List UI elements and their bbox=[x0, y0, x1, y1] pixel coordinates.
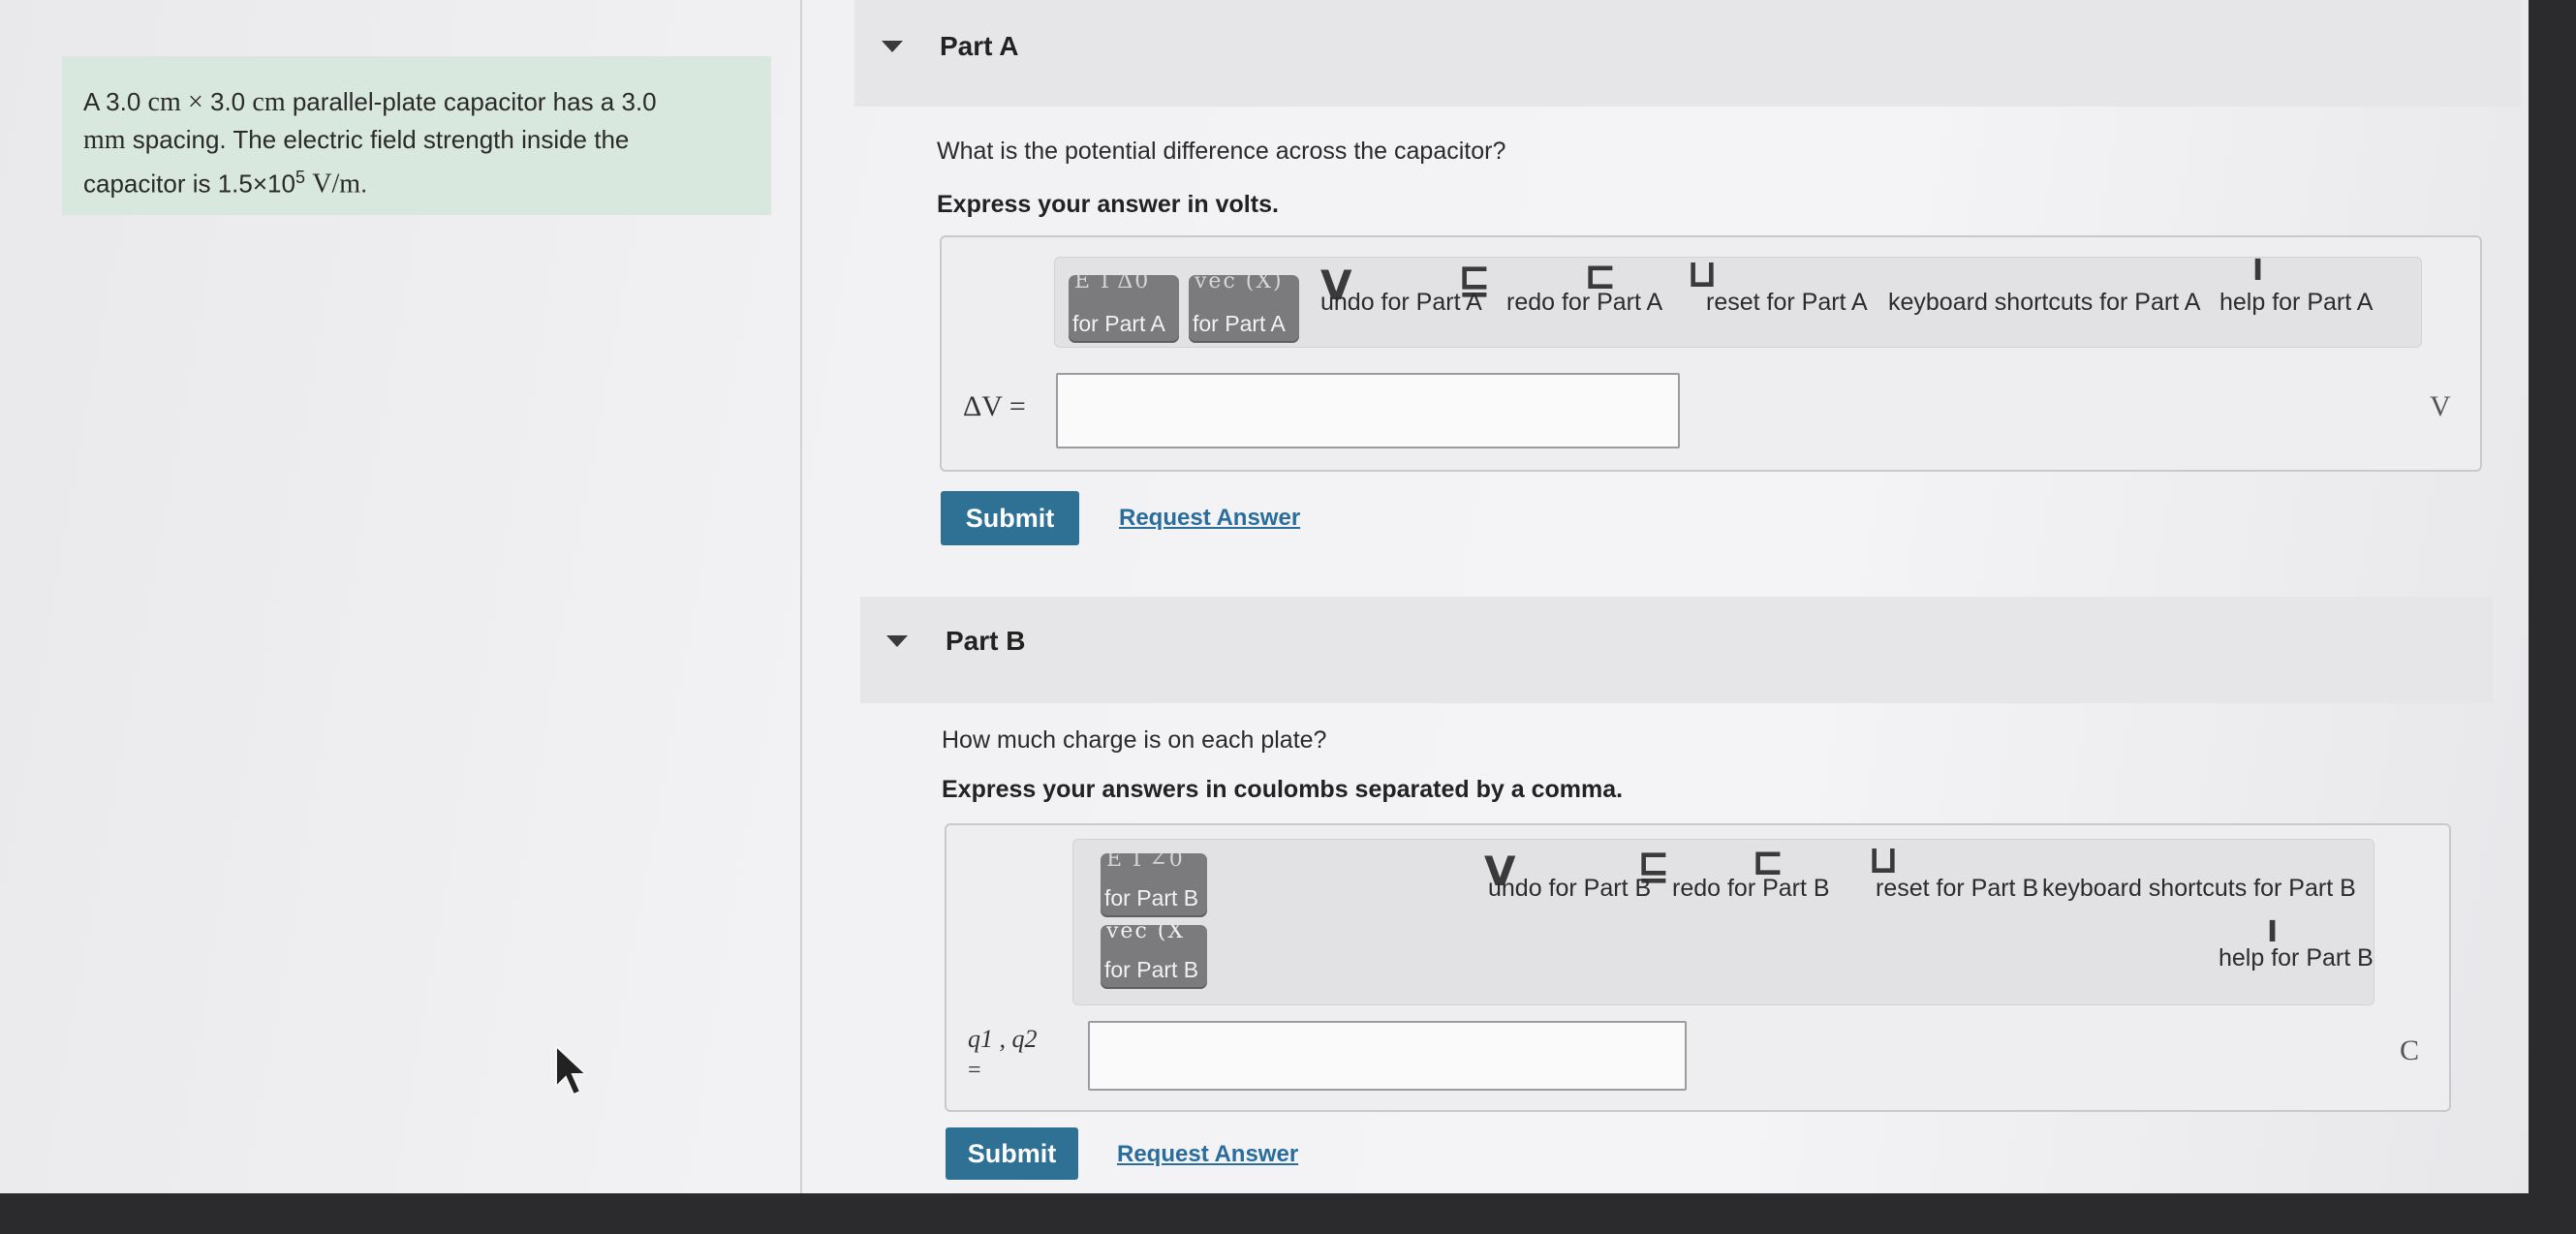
part-a-instruction: Express your answer in volts. bbox=[937, 191, 1279, 218]
reset-button[interactable]: reset for Part B bbox=[1876, 875, 2038, 903]
reset-button[interactable]: reset for Part A bbox=[1706, 289, 1868, 317]
unit-cm: cm bbox=[252, 87, 286, 117]
help-button[interactable]: help for Part B bbox=[2219, 944, 2374, 972]
keyboard-shortcuts-button[interactable]: keyboard shortcuts for Part B bbox=[2042, 875, 2356, 903]
unit-cm: cm bbox=[147, 87, 181, 117]
part-b-title: Part B bbox=[946, 626, 1026, 656]
help-button[interactable]: help for Part A bbox=[2219, 289, 2373, 317]
part-b-submit-button[interactable]: Submit bbox=[946, 1127, 1078, 1180]
templates-button[interactable]: E ΓΔ0 for Part A bbox=[1069, 275, 1179, 343]
info-icon: I bbox=[2252, 254, 2264, 288]
part-a-unit: V bbox=[2430, 390, 2451, 422]
column-divider bbox=[800, 0, 802, 1193]
templates-button[interactable]: E Γ∠0 for Part B bbox=[1101, 853, 1207, 917]
part-b-answer-equals: = bbox=[968, 1058, 981, 1083]
part-a-title: Part A bbox=[940, 31, 1019, 61]
vector-button[interactable]: vec (X) for Part A bbox=[1189, 275, 1299, 343]
part-a-submit-button[interactable]: Submit bbox=[941, 491, 1079, 545]
redo-button[interactable]: redo for Part A bbox=[1506, 289, 1662, 317]
browser-viewport: A 3.0 cm × 3.0 cm parallel-plate capacit… bbox=[0, 0, 2529, 1193]
part-b-question: How much charge is on each plate? bbox=[942, 726, 1327, 754]
mouse-pointer-icon bbox=[555, 1044, 589, 1096]
part-a-answer-panel: E ΓΔ0 for Part A vec (X) for Part A V ⊑ … bbox=[940, 235, 2482, 472]
unit-field: V/m bbox=[312, 169, 360, 200]
part-a-answer-input[interactable] bbox=[1056, 373, 1680, 448]
part-b-header[interactable]: Part B bbox=[860, 597, 2493, 703]
problem-text: A 3.0 cm × 3.0 cm parallel-plate capacit… bbox=[83, 87, 657, 200]
collapse-caret-icon[interactable] bbox=[882, 41, 903, 52]
vector-button[interactable]: vec (X for Part B bbox=[1101, 925, 1207, 989]
part-a-request-answer-link[interactable]: Request Answer bbox=[1119, 505, 1300, 532]
part-a-question: What is the potential difference across … bbox=[937, 138, 1506, 165]
part-b-instruction: Express your answers in coulombs separat… bbox=[942, 776, 1624, 803]
undo-button[interactable]: undo for Part B bbox=[1488, 875, 1651, 903]
part-a-answer-label: ΔV = bbox=[963, 390, 1026, 422]
redo-button[interactable]: redo for Part B bbox=[1672, 875, 1830, 903]
part-b-answer-label: q1 , q2 bbox=[968, 1025, 1038, 1053]
part-a-math-toolbar: E ΓΔ0 for Part A vec (X) for Part A V ⊑ … bbox=[1054, 252, 2422, 348]
collapse-caret-icon[interactable] bbox=[886, 635, 908, 647]
problem-statement: A 3.0 cm × 3.0 cm parallel-plate capacit… bbox=[62, 56, 771, 215]
keyboard-shortcuts-button[interactable]: keyboard shortcuts for Part A bbox=[1888, 289, 2200, 317]
undo-button[interactable]: undo for Part A bbox=[1320, 289, 1482, 317]
part-b-answer-panel: E Γ∠0 for Part B vec (X for Part B V ⊑ ⊏… bbox=[945, 823, 2451, 1112]
part-b-math-toolbar: E Γ∠0 for Part B vec (X for Part B V ⊑ ⊏… bbox=[1072, 838, 2374, 1005]
part-b-answer-input[interactable] bbox=[1088, 1021, 1687, 1091]
part-b-request-answer-link[interactable]: Request Answer bbox=[1117, 1141, 1298, 1168]
part-b-unit: C bbox=[2400, 1034, 2420, 1066]
unit-mm: mm bbox=[83, 125, 126, 155]
part-a-header[interactable]: Part A bbox=[854, 0, 2521, 107]
